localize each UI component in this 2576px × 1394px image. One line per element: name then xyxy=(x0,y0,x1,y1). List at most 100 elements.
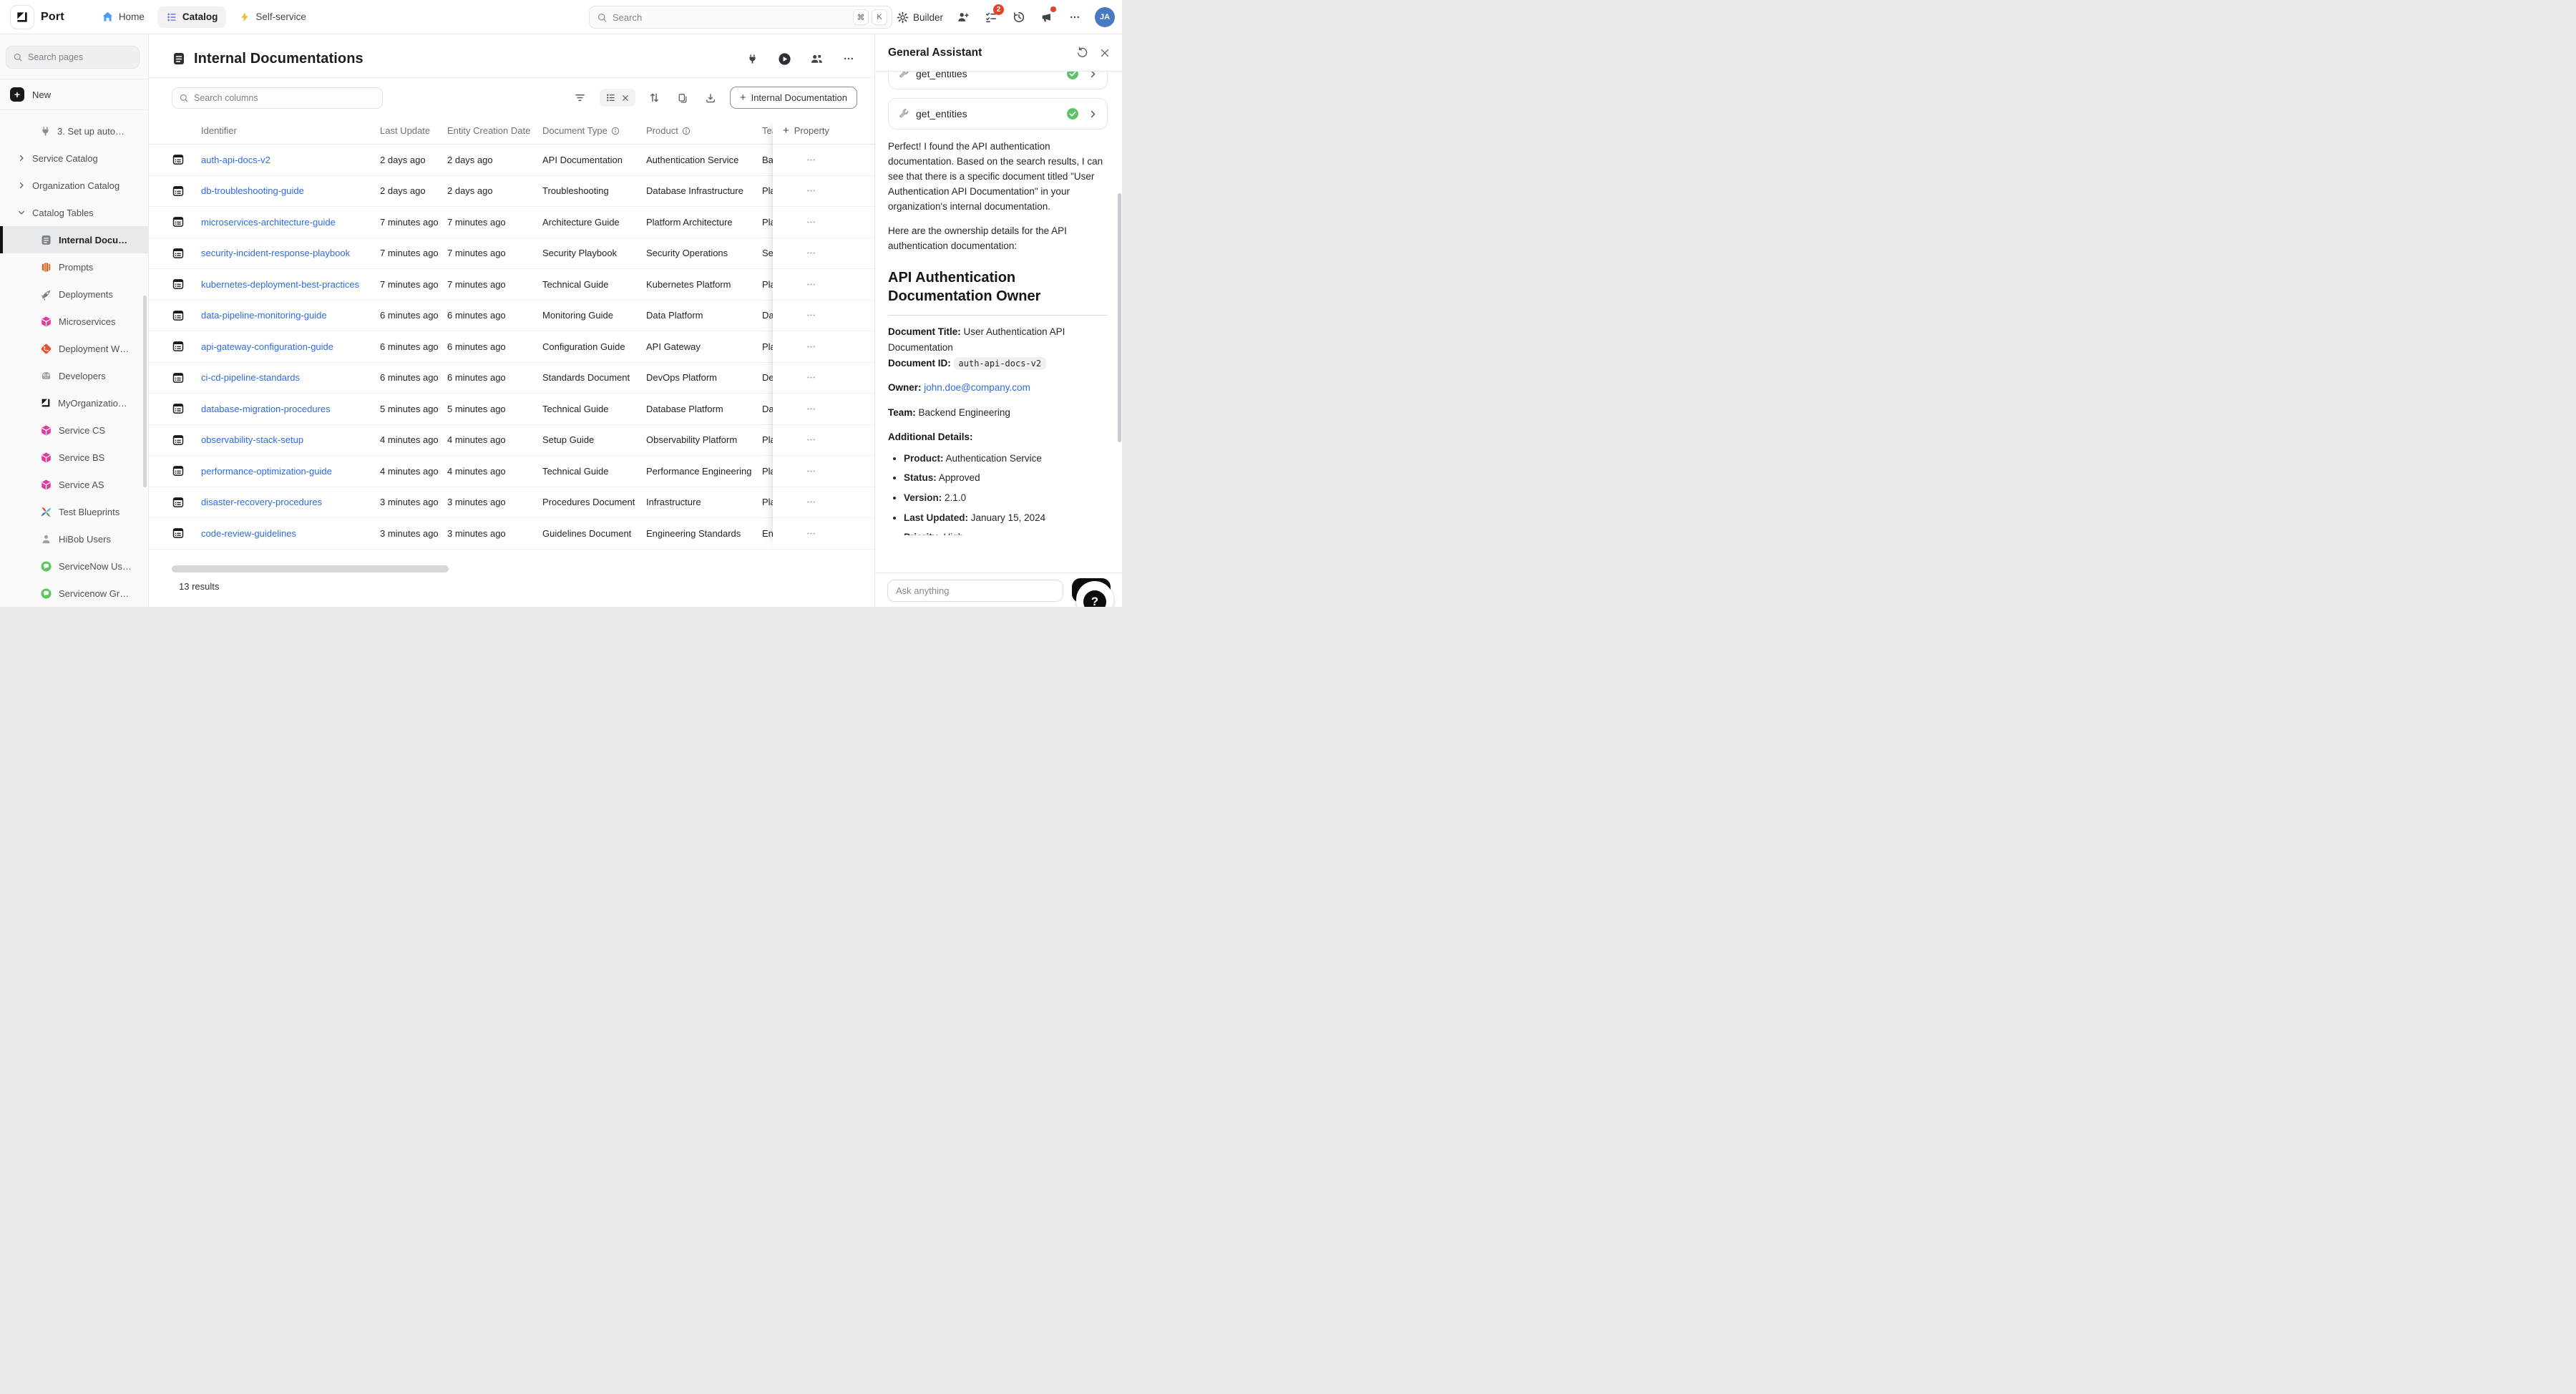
row-menu-button[interactable] xyxy=(801,245,820,261)
tool-call-card-partial[interactable]: get_entities xyxy=(888,72,1108,89)
row-menu-button[interactable] xyxy=(801,276,820,292)
sidebar-item-hibob-users[interactable]: HiBob Users xyxy=(0,525,148,552)
row-dots-icon xyxy=(806,434,816,445)
sidebar-search[interactable] xyxy=(6,46,140,69)
sort-button[interactable] xyxy=(646,89,663,107)
column-search[interactable] xyxy=(172,87,383,109)
sidebar-tree-service-catalog[interactable]: Service Catalog xyxy=(0,145,148,172)
group-by-chip[interactable] xyxy=(600,89,635,107)
invite-users-button[interactable] xyxy=(955,9,971,25)
details-list: Product: Authentication ServiceStatus: A… xyxy=(904,451,1108,535)
new-label: New xyxy=(32,89,51,100)
history-button[interactable] xyxy=(1011,9,1027,25)
robot-icon xyxy=(40,370,52,382)
global-search-input[interactable] xyxy=(613,12,850,23)
announcements-button[interactable] xyxy=(1039,9,1055,25)
sidebar-item-internal-docu[interactable]: Internal Docu… xyxy=(0,226,148,253)
entity-link[interactable]: auth-api-docs-v2 xyxy=(201,155,380,165)
copy-button[interactable] xyxy=(674,89,691,107)
entity-link[interactable]: api-gateway-configuration-guide xyxy=(201,341,380,352)
entity-link[interactable]: observability-stack-setup xyxy=(201,434,380,445)
sidebar-tree-3-set-up-auto[interactable]: 3. Set up auto… xyxy=(0,117,148,145)
sidebar-search-input[interactable] xyxy=(28,52,132,62)
sidebar-tree-organization-catalog[interactable]: Organization Catalog xyxy=(0,172,148,199)
entity-link[interactable]: code-review-guidelines xyxy=(201,528,380,539)
assistant-heading: API Authentication Documentation Owner xyxy=(888,268,1108,306)
row-menu-button[interactable] xyxy=(801,494,820,510)
more-menu-button[interactable] xyxy=(1067,9,1083,25)
row-actions xyxy=(773,145,874,550)
add-entity-button[interactable]: + Internal Documentation xyxy=(730,87,857,109)
horizontal-scrollbar[interactable] xyxy=(172,565,449,572)
tab-catalog[interactable]: Catalog xyxy=(157,6,227,28)
row-menu-button[interactable] xyxy=(801,183,820,199)
sidebar-item-myorganizatio[interactable]: MyOrganizatio… xyxy=(0,389,148,416)
filter-button[interactable] xyxy=(572,89,589,107)
row-menu-button[interactable] xyxy=(801,525,820,541)
ask-input[interactable] xyxy=(896,585,1055,596)
row-doc-icon xyxy=(172,309,185,322)
sidebar-item-developers[interactable]: Developers xyxy=(0,362,148,389)
sidebar-item-microservices[interactable]: Microservices xyxy=(0,308,148,335)
entity-link[interactable]: data-pipeline-monitoring-guide xyxy=(201,310,380,321)
tab-home[interactable]: Home xyxy=(93,6,153,28)
column-search-input[interactable] xyxy=(194,93,376,103)
sidebar-item-test-blueprints[interactable]: Test Blueprints xyxy=(0,498,148,525)
column-header-identifier[interactable]: Identifier xyxy=(201,125,380,136)
row-menu-button[interactable] xyxy=(801,401,820,416)
entity-link[interactable]: performance-optimization-guide xyxy=(201,466,380,477)
sidebar-item-servicenow-gr[interactable]: Servicenow Gr… xyxy=(0,580,148,607)
owner-email-link[interactable]: john.doe@company.com xyxy=(924,382,1030,393)
permissions-button[interactable] xyxy=(808,50,825,67)
entity-link[interactable]: microservices-architecture-guide xyxy=(201,217,380,228)
sidebar-item-prompts[interactable]: Prompts xyxy=(0,253,148,281)
entity-link[interactable]: db-troubleshooting-guide xyxy=(201,185,380,196)
row-menu-button[interactable] xyxy=(801,214,820,230)
clear-icon[interactable] xyxy=(621,94,630,102)
row-menu-button[interactable] xyxy=(801,463,820,479)
row-menu-button[interactable] xyxy=(801,308,820,323)
column-header-entity-creation-date[interactable]: Entity Creation Date xyxy=(447,125,542,136)
user-avatar[interactable]: JA xyxy=(1095,7,1115,27)
sidebar-item-deployments[interactable]: Deployments xyxy=(0,281,148,308)
window-scrollbar[interactable] xyxy=(1118,193,1121,442)
global-search[interactable]: ⌘ K xyxy=(589,6,892,29)
reset-icon[interactable] xyxy=(1076,47,1088,59)
sidebar-scrollbar[interactable] xyxy=(143,296,147,487)
row-menu-button[interactable] xyxy=(801,432,820,448)
sidebar-item-servicenow-us[interactable]: ServiceNow Us… xyxy=(0,552,148,580)
column-header-last-update[interactable]: Last Update xyxy=(380,125,447,136)
sidebar-item-service-as[interactable]: Service AS xyxy=(0,471,148,498)
new-button[interactable]: + New xyxy=(0,79,148,109)
entity-link[interactable]: security-incident-response-playbook xyxy=(201,248,380,258)
column-header-product[interactable]: Product xyxy=(646,125,762,136)
add-property-label: Property xyxy=(794,125,829,136)
row-menu-button[interactable] xyxy=(801,152,820,167)
port-logo[interactable] xyxy=(10,5,34,29)
download-button[interactable] xyxy=(702,89,719,107)
tool-call-card[interactable]: get_entities xyxy=(888,98,1108,130)
sidebar-tree-catalog-tables[interactable]: Catalog Tables xyxy=(0,199,148,226)
tour-button[interactable] xyxy=(776,50,793,67)
entity-link[interactable]: disaster-recovery-procedures xyxy=(201,497,380,507)
page-more-button[interactable] xyxy=(840,50,857,67)
entity-link[interactable]: ci-cd-pipeline-standards xyxy=(201,372,380,383)
entity-link[interactable]: kubernetes-deployment-best-practices xyxy=(201,279,380,290)
sidebar-item-service-cs[interactable]: Service CS xyxy=(0,416,148,444)
column-header-document-type[interactable]: Document Type xyxy=(542,125,646,136)
data-sources-button[interactable] xyxy=(743,50,761,67)
entity-type-icon xyxy=(172,434,201,447)
builder-button[interactable]: Builder xyxy=(897,11,943,24)
row-menu-button[interactable] xyxy=(801,338,820,354)
close-icon[interactable] xyxy=(1099,47,1111,59)
sidebar-item-deployment-w[interactable]: Deployment W… xyxy=(0,335,148,362)
add-property-button[interactable]: + Property xyxy=(773,117,874,145)
person-icon xyxy=(40,533,52,545)
ask-input-wrap[interactable] xyxy=(887,580,1063,602)
entity-link[interactable]: database-migration-procedures xyxy=(201,404,380,414)
sidebar-item-service-bs[interactable]: Service BS xyxy=(0,444,148,471)
chevron-right-icon[interactable] xyxy=(1088,109,1098,119)
tasks-button[interactable]: 2 xyxy=(983,9,999,25)
row-menu-button[interactable] xyxy=(801,370,820,386)
tab-self-service[interactable]: Self-service xyxy=(230,6,315,28)
